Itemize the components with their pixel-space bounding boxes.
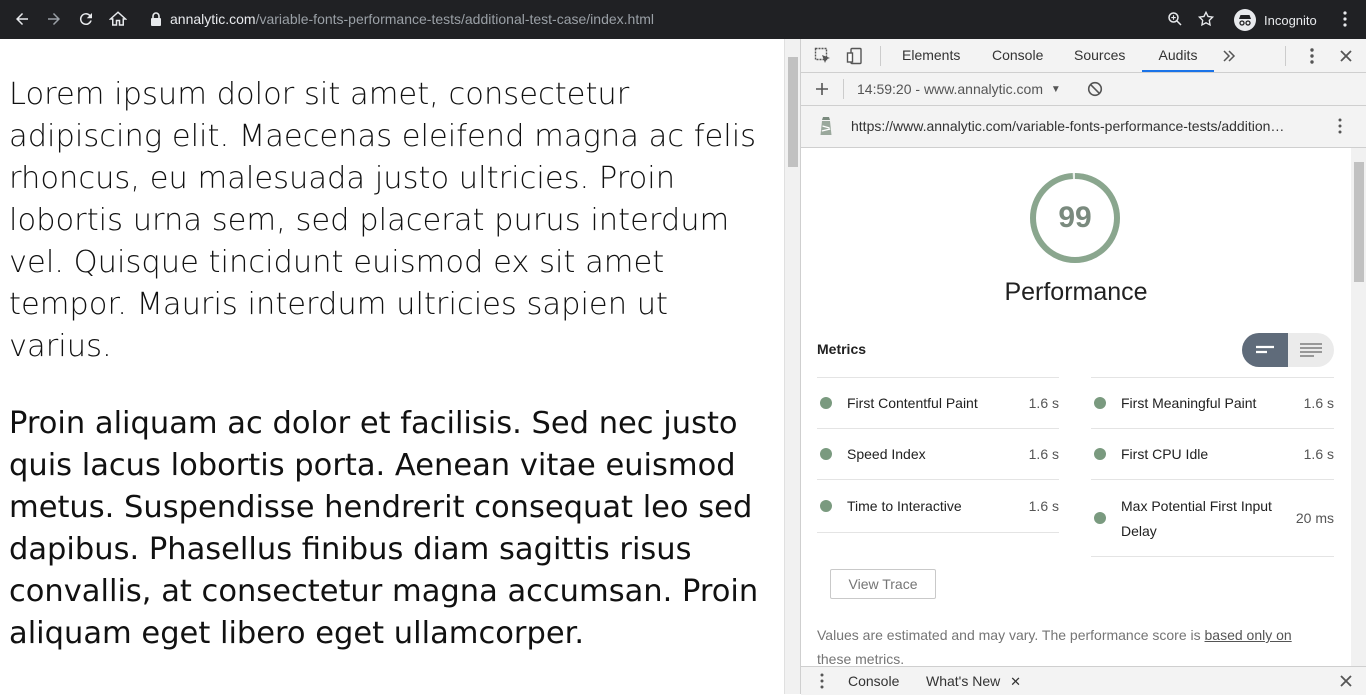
url-domain: annalytic.com [170,11,256,27]
metric-name: First CPU Idle [1121,446,1209,462]
incognito-icon [1234,9,1256,31]
clear-audits-icon[interactable] [1085,79,1105,99]
metric-first-cpu-idle: First CPU Idle 1.6 s [1091,428,1334,479]
new-audit-plus-icon[interactable] [812,79,832,99]
metric-max-potential-fid: Max Potential First Input Delay 20 ms [1091,479,1334,557]
view-trace-button[interactable]: View Trace [830,569,936,599]
metric-value: 1.6 s [1303,446,1334,462]
metric-name-line1: Max Potential First Input [1121,498,1272,514]
browser-menu-icon[interactable] [1336,10,1354,28]
paragraph-regular: Proin aliquam ac dolor et facilisis. Sed… [9,406,759,651]
metric-value: 1.6 s [1028,395,1059,411]
drawer-tab-label: What's New [926,673,1001,689]
pass-dot [1094,512,1106,524]
zoom-icon[interactable] [1166,10,1184,28]
devtools-drawer: Console What's New ✕ [801,666,1366,695]
home-icon[interactable] [107,8,129,30]
page-scrollbar[interactable] [784,39,801,694]
drawer-tab-console[interactable]: Console [848,667,899,695]
forward-arrow-icon[interactable] [43,8,65,30]
pass-dot [820,448,832,460]
metric-value: 1.6 s [1028,498,1059,514]
lighthouse-report: 99 Performance Metrics First Contentful … [801,148,1351,666]
report-url-bar: https://www.annalytic.com/variable-fonts… [801,106,1366,148]
drawer-tab-whats-new[interactable]: What's New ✕ [926,667,1021,695]
page-content: Lorem ipsum dolor sit amet, consectetur … [0,39,784,694]
dropdown-triangle-icon: ▼ [1050,84,1061,95]
metric-time-to-interactive: Time to Interactive 1.6 s [817,479,1059,533]
lock-icon [150,2,162,41]
metric-name-line2: Delay [1121,523,1157,539]
audit-run-select[interactable]: 14:59:20 - www.annalytic.com ▼ [857,73,1061,105]
address-bar[interactable]: annalytic.com/variable-fonts-performance… [150,0,654,39]
back-arrow-icon[interactable] [11,8,33,30]
separator [843,79,844,99]
based-only-on-link[interactable]: based only on [1205,627,1292,643]
close-tab-icon[interactable]: ✕ [1010,674,1021,689]
devtools-panel: Elements Console Sources Audits 14:59:20… [800,39,1366,695]
performance-score: 99 [1058,201,1092,234]
report-scrollbar-thumb[interactable] [1354,162,1364,282]
audits-toolbar: 14:59:20 - www.annalytic.com ▼ [801,73,1366,106]
lighthouse-icon [816,116,836,136]
metric-first-contentful-paint: First Contentful Paint 1.6 s [817,377,1059,428]
device-toolbar-icon[interactable] [845,46,865,66]
pass-dot [1094,448,1106,460]
close-drawer-icon[interactable] [1336,671,1356,691]
drawer-menu-icon[interactable] [812,671,832,691]
metrics-heading: Metrics [817,341,867,357]
pass-dot [820,500,832,512]
audit-run-label: 14:59:20 - www.annalytic.com [857,81,1043,97]
report-menu-icon[interactable] [1330,116,1350,136]
metric-value: 20 ms [1295,510,1334,526]
metric-value: 1.6 s [1303,395,1334,411]
note-text: Values are estimated and may vary. The p… [817,627,1205,643]
incognito-indicator[interactable]: Incognito [1234,9,1317,31]
metrics-view-toggle[interactable] [1242,333,1334,367]
inspect-element-icon[interactable] [813,46,833,66]
page-scrollbar-thumb[interactable] [788,57,798,167]
tab-elements[interactable]: Elements [902,39,960,72]
separator [1285,46,1286,66]
more-tabs-chevron-icon[interactable] [1219,46,1239,66]
category-title: Performance [1004,278,1148,306]
note-continuation: these metrics. [817,651,905,666]
tab-sources[interactable]: Sources [1074,39,1125,72]
tab-audits[interactable]: Audits [1142,39,1214,72]
metric-name: Time to Interactive [847,498,962,514]
separator [880,46,881,66]
metric-name: First Meaningful Paint [1121,395,1257,411]
tab-console[interactable]: Console [992,39,1043,72]
devtools-tabbar: Elements Console Sources Audits [801,39,1366,73]
report-scrollbar[interactable] [1351,148,1366,666]
metric-first-meaningful-paint: First Meaningful Paint 1.6 s [1091,377,1334,428]
browser-toolbar: annalytic.com/variable-fonts-performance… [0,0,1366,39]
report-url: https://www.annalytic.com/variable-fonts… [851,118,1285,134]
metric-value: 1.6 s [1028,446,1059,462]
metric-speed-index: Speed Index 1.6 s [817,428,1059,479]
expanded-view-icon[interactable] [1288,333,1334,367]
paragraph-light: Lorem ipsum dolor sit amet, consectetur … [9,77,757,364]
incognito-label: Incognito [1264,12,1317,28]
bookmark-star-icon[interactable] [1197,10,1215,28]
url-path: /variable-fonts-performance-tests/additi… [255,11,654,27]
compact-view-icon[interactable] [1242,333,1288,367]
pass-dot [1094,397,1106,409]
devtools-menu-icon[interactable] [1302,46,1322,66]
close-devtools-icon[interactable] [1336,46,1356,66]
metric-name: Speed Index [847,446,926,462]
reload-icon[interactable] [75,8,97,30]
metric-name: First Contentful Paint [847,395,978,411]
pass-dot [820,397,832,409]
estimate-note: Values are estimated and may vary. The p… [817,623,1337,666]
